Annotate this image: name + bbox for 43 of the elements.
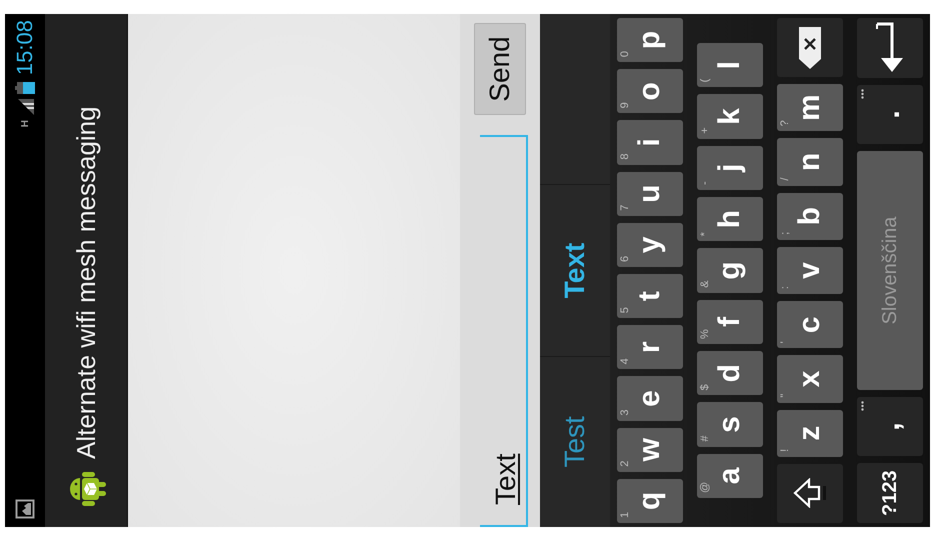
letter-key[interactable]: ! z [777,410,843,457]
letter-key[interactable]: * h [697,197,763,242]
message-field[interactable]: Text [480,135,528,527]
letter-key[interactable]: 3 e [617,376,683,421]
letter-key[interactable]: 1 q [617,478,683,523]
letter-key[interactable]: / n [777,138,843,186]
letter-key[interactable]: % f [697,300,763,344]
letter-key[interactable]: 9 o [617,69,683,114]
picture-notification-icon [15,499,35,519]
letter-key[interactable]: 2 w [617,428,683,472]
letter-key[interactable]: # s [697,402,763,447]
backspace-icon [798,26,822,70]
battery-icon [15,82,35,94]
letter-key[interactable]: 8 i [617,120,683,165]
letter-key[interactable]: 6 y [617,222,683,267]
network-type: H [20,120,30,128]
suggestion[interactable]: Text [559,242,591,298]
letter-key[interactable]: 7 u [617,172,683,216]
app-title: Alternate wifi mesh messaging [70,106,102,459]
send-button[interactable]: Send [474,23,526,115]
letter-key[interactable]: " x [777,355,843,403]
letter-key[interactable]: 4 r [617,325,683,370]
backspace-key[interactable] [777,18,843,78]
clock: 15:08 [12,20,38,76]
letter-key[interactable]: 5 t [617,274,683,318]
punctuation-key[interactable]: . [857,84,923,144]
letter-key[interactable]: - j [697,146,763,190]
symbols-key[interactable]: ?123 [857,463,923,523]
letter-key[interactable]: & g [697,248,763,293]
letter-key[interactable]: ' c [777,301,843,348]
letter-key[interactable]: 0 p [617,18,683,62]
letter-key[interactable]: + k [697,94,763,139]
letter-key[interactable]: ? m [777,84,843,132]
shift-icon [793,478,827,508]
shift-key[interactable] [777,464,843,523]
letter-key[interactable]: ( l [697,43,763,88]
letter-key[interactable]: @ a [697,454,763,498]
punctuation-key[interactable]: , [857,396,923,456]
letter-key[interactable]: : v [777,246,843,294]
letter-key[interactable]: ; b [777,192,843,240]
letter-key[interactable]: $ d [697,351,763,396]
enter-key[interactable] [857,18,923,78]
suggestion[interactable]: Test [559,416,591,468]
